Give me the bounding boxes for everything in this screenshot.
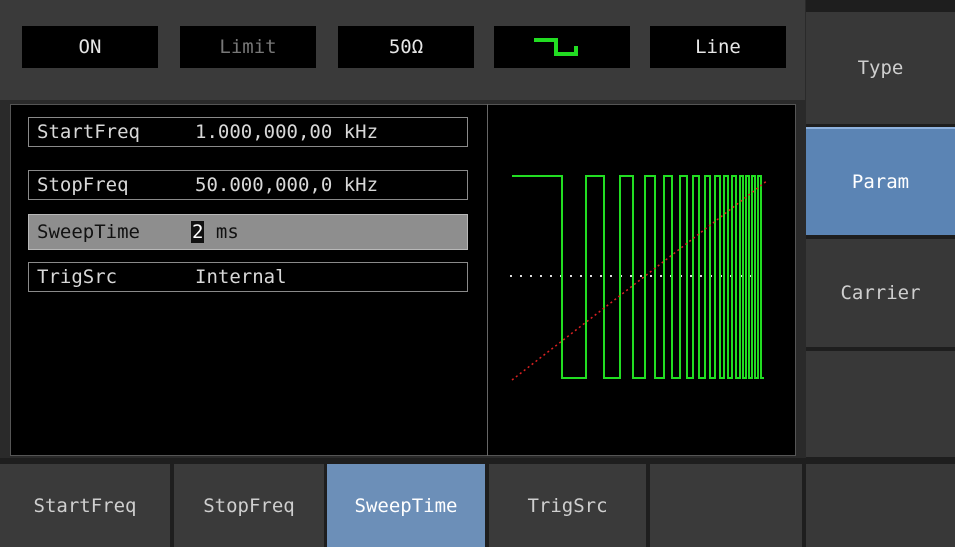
load-status: 50Ω [338,26,474,68]
param-unit: ms [204,221,239,243]
param-startfreq[interactable]: StartFreq 1.000,000,00 kHz [28,117,468,147]
param-softkey[interactable]: Param [806,127,955,235]
param-stopfreq[interactable]: StopFreq 50.000,000,0 kHz [28,170,468,200]
sweep-waveform-preview [510,175,769,381]
param-label: TrigSrc [37,266,118,288]
param-value: Internal [195,266,287,288]
edit-cursor: 2 [191,221,205,243]
sweep-mode-status: Line [650,26,786,68]
param-value: 2 ms [191,221,239,243]
function-generator-screen: ON Limit 50Ω Line StartFreq 1.000,000,00… [0,0,955,547]
tab-empty[interactable] [650,464,802,547]
tab-startfreq[interactable]: StartFreq [0,464,170,547]
empty-softkey[interactable] [806,464,955,547]
panel-divider [487,104,488,456]
param-sweeptime[interactable]: SweepTime 2 ms [28,214,468,250]
type-softkey[interactable]: Type [806,12,955,124]
tab-sweeptime[interactable]: SweepTime [327,464,485,547]
square-wave-icon [494,26,630,68]
param-label: SweepTime [37,221,140,243]
empty-softkey[interactable] [806,351,955,457]
param-label: StartFreq [37,121,140,143]
limit-status: Limit [180,26,316,68]
tab-trigsrc[interactable]: TrigSrc [489,464,646,547]
output-status: ON [22,26,158,68]
param-trigsrc[interactable]: TrigSrc Internal [28,262,468,292]
tab-stopfreq[interactable]: StopFreq [174,464,324,547]
param-value: 1.000,000,00 kHz [195,121,379,143]
param-label: StopFreq [37,174,129,196]
param-value: 50.000,000,0 kHz [195,174,379,196]
carrier-softkey[interactable]: Carrier [806,239,955,347]
